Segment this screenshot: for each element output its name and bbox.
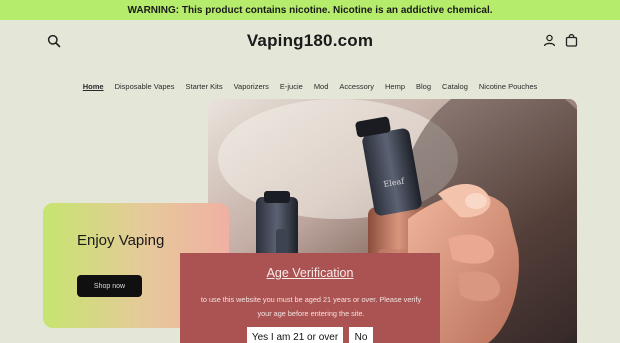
confirm-age-button[interactable]: Yes I am 21 or over [247,327,343,343]
warning-text: WARNING: This product contains nicotine.… [127,4,493,16]
nav-item-nicotine-pouches[interactable]: Nicotine Pouches [473,82,542,91]
nav-item-disposable-vapes[interactable]: Disposable Vapes [109,82,180,91]
account-icon[interactable] [543,34,556,47]
nav-item-home[interactable]: Home [77,82,109,91]
age-verification-text: to use this website you must be aged 21 … [200,295,422,318]
nicotine-warning-banner: WARNING: This product contains nicotine.… [0,0,620,20]
nav-item-mod[interactable]: Mod [308,82,334,91]
nav-item-starter-kits[interactable]: Starter Kits [180,82,228,91]
nav-item-hemp[interactable]: Hemp [380,82,411,91]
site-header: Vaping180.com Home Disposable Vapes Starte… [0,20,620,91]
nav-item-blog[interactable]: Blog [411,82,437,91]
shop-now-button[interactable]: Shop now [77,275,142,297]
hero-title: Enjoy Vaping [77,232,165,249]
nav-item-vaporizers[interactable]: Vaporizers [228,82,274,91]
main-navigation: Home Disposable Vapes Starter Kits Vaporize… [0,82,620,91]
nav-item-accessory[interactable]: Accessory [334,82,380,91]
age-verification-title: Age Verification [266,266,354,280]
deny-age-button[interactable]: No [349,327,373,343]
age-verification-modal: Age Verification to use this website you… [180,253,440,343]
nav-item-e-jucie[interactable]: E-jucie [274,82,308,91]
site-logo[interactable]: Vaping180.com [0,31,620,51]
cart-icon[interactable] [565,33,578,47]
nav-item-catalog[interactable]: Catalog [437,82,474,91]
